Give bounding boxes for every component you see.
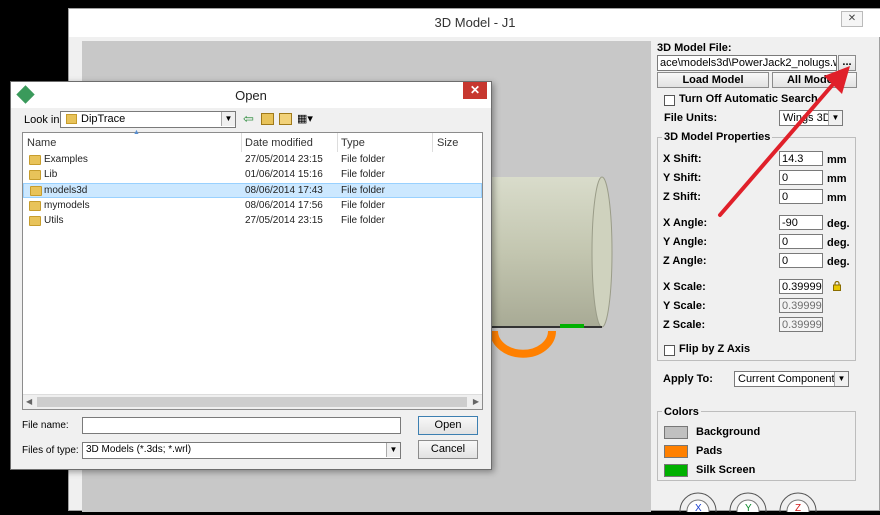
file-name-label: File name: xyxy=(22,420,69,431)
scroll-right-icon[interactable]: ▶ xyxy=(473,397,479,406)
close-icon[interactable]: ✕ xyxy=(463,82,487,99)
file-type: File folder xyxy=(341,154,385,165)
file-date: 08/06/2014 17:43 xyxy=(245,185,323,196)
file-row[interactable]: Lib 01/06/2014 15:16 File folder xyxy=(23,168,482,183)
file-name: Utils xyxy=(44,215,64,226)
look-in-value: DipTrace xyxy=(81,113,126,125)
file-type: File folder xyxy=(341,169,385,180)
look-in-select[interactable]: DipTrace ▼ xyxy=(60,111,236,128)
file-name-input[interactable] xyxy=(82,417,401,434)
file-row[interactable]: Utils 27/05/2014 23:15 File folder xyxy=(23,214,482,229)
column-header-name[interactable]: Name xyxy=(27,134,56,152)
file-date: 01/06/2014 15:16 xyxy=(245,169,323,180)
scrollbar-thumb[interactable] xyxy=(37,397,467,407)
new-folder-icon[interactable] xyxy=(279,113,292,125)
open-file-dialog: Open ✕ Look in: DipTrace ▼ ⇦ ▦▾ ▲ Name D… xyxy=(10,81,492,470)
file-row[interactable]: Examples 27/05/2014 23:15 File folder xyxy=(23,153,482,168)
column-header-type[interactable]: Type xyxy=(341,134,365,152)
view-menu-icon[interactable]: ▦▾ xyxy=(297,112,319,126)
files-of-type-value: 3D Models (*.3ds; *.wrl) xyxy=(86,444,192,455)
sort-indicator-icon: ▲ xyxy=(133,129,140,136)
scroll-left-icon[interactable]: ◀ xyxy=(26,397,32,406)
file-date: 27/05/2014 23:15 xyxy=(245,215,323,226)
file-type: File folder xyxy=(341,200,385,211)
folder-icon xyxy=(29,155,41,165)
column-header-size[interactable]: Size xyxy=(437,134,458,152)
folder-icon xyxy=(29,201,41,211)
files-of-type-label: Files of type: xyxy=(22,445,79,456)
file-date: 27/05/2014 23:15 xyxy=(245,154,323,165)
file-type: File folder xyxy=(341,215,385,226)
cancel-button[interactable]: Cancel xyxy=(418,440,478,459)
dialog-titlebar: Open ✕ xyxy=(11,82,491,108)
folder-icon xyxy=(29,216,41,226)
column-header-date[interactable]: Date modified xyxy=(245,134,313,152)
back-icon[interactable]: ⇦ xyxy=(243,112,257,126)
files-of-type-select[interactable]: 3D Models (*.3ds; *.wrl) ▼ xyxy=(82,442,401,459)
folder-icon xyxy=(29,170,41,180)
up-folder-icon[interactable] xyxy=(261,113,274,125)
horizontal-scrollbar[interactable]: ◀ ▶ xyxy=(23,394,482,409)
dialog-title: Open xyxy=(235,88,267,103)
file-type: File folder xyxy=(341,185,385,196)
file-name: mymodels xyxy=(44,200,90,211)
open-button[interactable]: Open xyxy=(418,416,478,435)
file-name: Lib xyxy=(44,169,58,180)
folder-icon xyxy=(30,186,42,196)
file-name: Examples xyxy=(44,154,88,165)
file-list[interactable]: ▲ Name Date modified Type Size Examples … xyxy=(22,129,483,410)
file-date: 08/06/2014 17:56 xyxy=(245,200,323,211)
file-row-selected[interactable]: models3d 08/06/2014 17:43 File folder xyxy=(23,183,482,198)
file-name: models3d xyxy=(44,185,88,196)
folder-icon xyxy=(66,114,77,124)
chevron-down-icon[interactable]: ▼ xyxy=(386,443,400,457)
file-row[interactable]: mymodels 08/06/2014 17:56 File folder xyxy=(23,199,482,214)
chevron-down-icon[interactable]: ▼ xyxy=(221,112,235,126)
look-in-label: Look in: xyxy=(24,114,63,126)
